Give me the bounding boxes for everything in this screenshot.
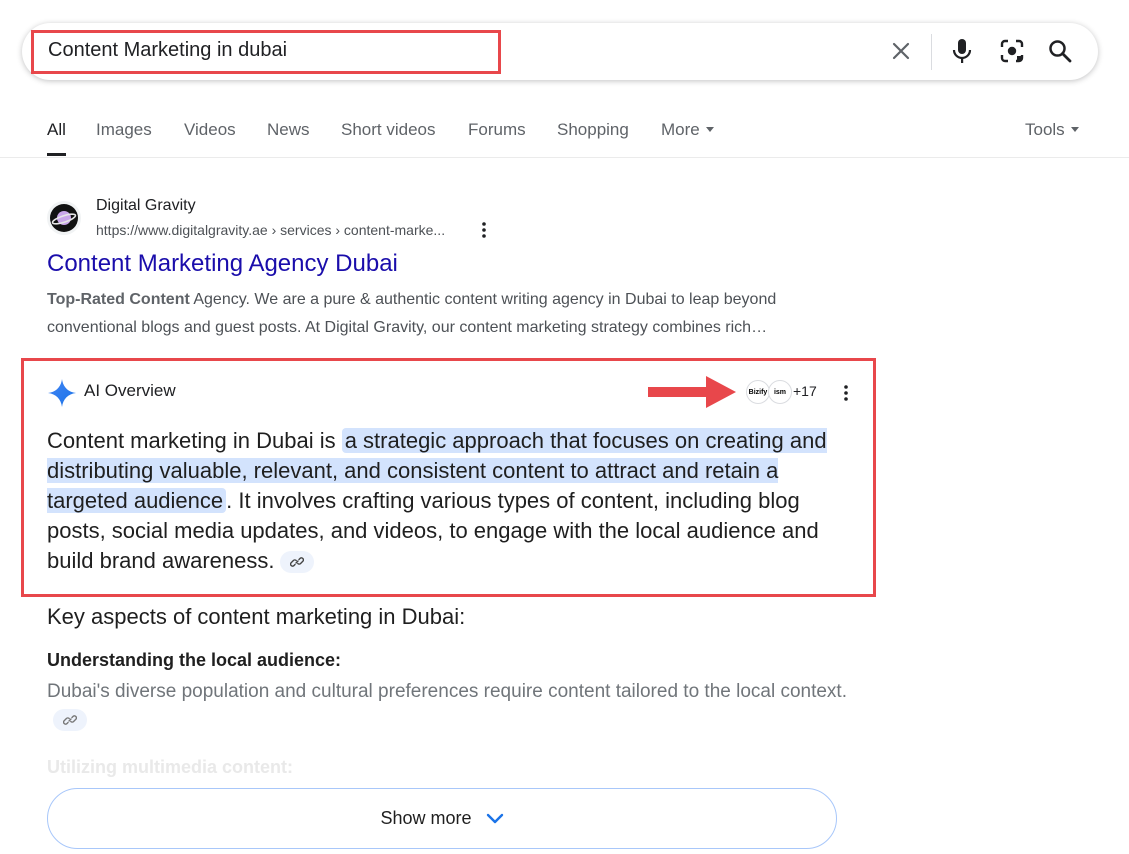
clear-icon[interactable]	[886, 36, 916, 66]
tab-news[interactable]: News	[267, 120, 310, 140]
caret-down-icon	[1070, 127, 1079, 133]
source-link-icon[interactable]	[280, 551, 315, 574]
more-options-icon[interactable]	[843, 384, 849, 407]
more-options-icon[interactable]	[481, 221, 487, 244]
result-snippet-bold: Top-Rated Content	[47, 291, 190, 308]
search-annotation-box	[31, 30, 501, 74]
source-badge: Bizify	[746, 380, 770, 404]
result-url[interactable]: https://www.digitalgravity.ae › services…	[96, 222, 445, 238]
aspect-text-body: Dubai's diverse population and cultural …	[47, 681, 847, 702]
site-favicon[interactable]	[47, 201, 81, 235]
lens-icon[interactable]	[997, 36, 1027, 66]
tab-images[interactable]: Images	[96, 120, 152, 140]
aspect-text: Dubai's diverse population and cultural …	[47, 678, 847, 734]
ai-text-before: Content marketing in Dubai is	[47, 428, 342, 453]
result-snippet: Top-Rated Content Agency. We are a pure …	[47, 286, 867, 342]
microphone-icon[interactable]	[947, 36, 977, 66]
aspect-title-faded: Utilizing multimedia content:	[47, 757, 293, 777]
ai-overview-text: Content marketing in Dubai is a strategi…	[47, 426, 847, 576]
tools-label: Tools	[1025, 120, 1065, 139]
caret-down-icon	[705, 127, 714, 133]
tab-more-label: More	[661, 120, 700, 139]
ai-overview-label: AI Overview	[84, 381, 176, 400]
tab-forums[interactable]: Forums	[468, 120, 526, 140]
show-more-button[interactable]: Show more	[47, 788, 837, 849]
tab-all[interactable]: All	[47, 120, 66, 140]
annotation-arrow-icon	[648, 374, 736, 415]
key-aspects-heading: Key aspects of content marketing in Duba…	[47, 604, 466, 629]
tab-short-videos[interactable]: Short videos	[341, 120, 436, 140]
chevron-down-icon	[486, 813, 504, 825]
search-icon[interactable]	[1045, 36, 1075, 66]
tab-shopping[interactable]: Shopping	[557, 120, 629, 140]
tools-button[interactable]: Tools	[1025, 120, 1079, 140]
sources-count[interactable]: +17	[793, 383, 817, 399]
source-badge: ism	[768, 380, 792, 404]
source-link-icon[interactable]	[53, 708, 87, 731]
tabs-divider	[0, 157, 1129, 158]
show-more-label: Show more	[380, 808, 472, 828]
gemini-sparkle-icon	[47, 378, 77, 413]
tab-more[interactable]: More	[661, 120, 714, 140]
aspect-title: Understanding the local audience:	[47, 650, 342, 670]
search-divider	[931, 34, 932, 70]
tab-videos[interactable]: Videos	[184, 120, 236, 140]
active-tab-indicator	[47, 153, 66, 156]
result-title-link[interactable]: Content Marketing Agency Dubai	[47, 250, 398, 278]
result-site-name[interactable]: Digital Gravity	[96, 197, 196, 215]
